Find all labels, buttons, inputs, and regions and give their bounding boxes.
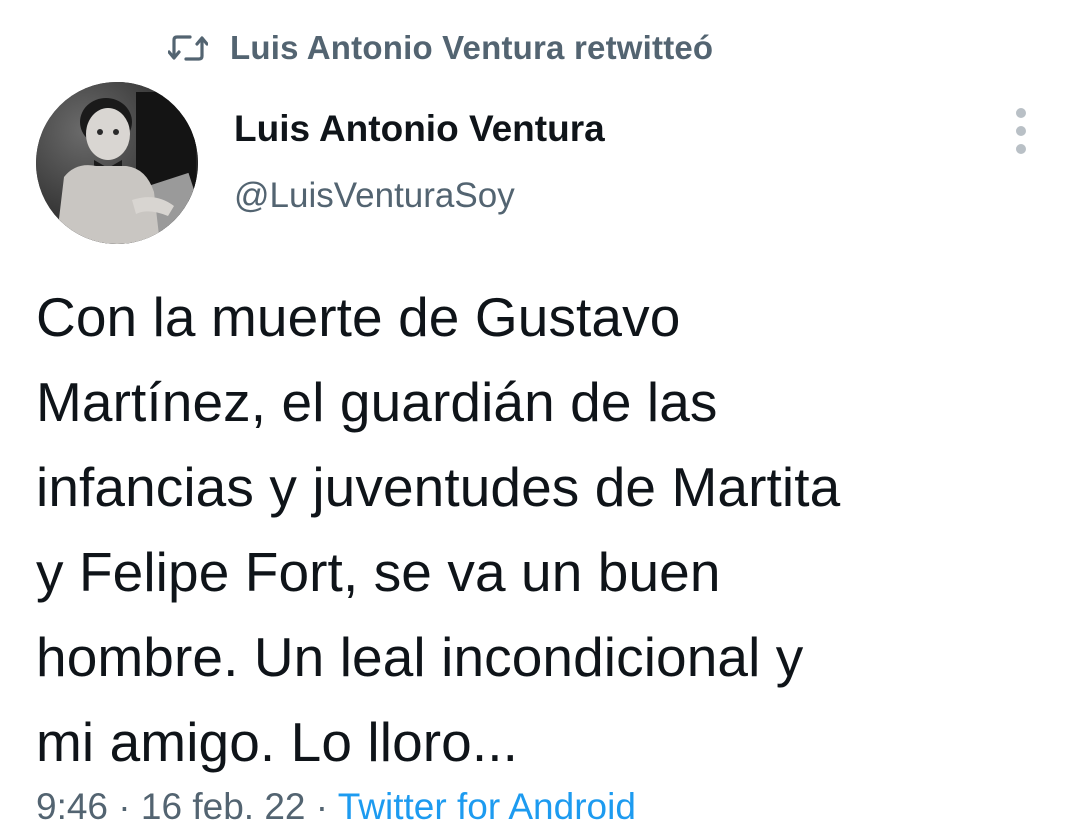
tweet-metadata: 9:46 · 16 feb. 22 · Twitter for Android — [36, 786, 636, 828]
retweet-label: Luis Antonio Ventura retwitteó — [230, 29, 714, 66]
avatar[interactable] — [36, 82, 198, 244]
tweet-text-line: mi amigo. Lo lloro... — [36, 711, 519, 773]
tweet-date[interactable]: 16 feb. 22 — [141, 786, 306, 827]
tweet-text: Con la muerte de Gustavo Martínez, el gu… — [36, 275, 1046, 785]
retweet-context[interactable]: Luis Antonio Ventura retwitteó — [168, 26, 713, 70]
tweet-source-link[interactable]: Twitter for Android — [338, 786, 636, 827]
tweet-text-line: y Felipe Fort, se va un buen — [36, 541, 721, 603]
author-handle[interactable]: @LuisVenturaSoy — [234, 176, 515, 216]
tweet-text-line: hombre. Un leal incondicional y — [36, 626, 804, 688]
meta-separator: · — [108, 786, 141, 827]
tweet-time[interactable]: 9:46 — [36, 786, 108, 827]
tweet-text-line: Martínez, el guardián de las — [36, 371, 718, 433]
meta-separator: · — [305, 786, 338, 827]
tweet-text-line: Con la muerte de Gustavo — [36, 286, 681, 348]
profile-photo — [36, 82, 198, 244]
more-vertical-icon — [1016, 108, 1026, 118]
tweet-text-line: infancias y juventudes de Martita — [36, 456, 841, 518]
more-options-button[interactable] — [1004, 108, 1038, 154]
author-display-name[interactable]: Luis Antonio Ventura — [234, 108, 605, 150]
more-vertical-icon-dot — [1016, 144, 1026, 154]
retweet-icon — [168, 32, 208, 64]
more-vertical-icon-dot — [1016, 126, 1026, 136]
